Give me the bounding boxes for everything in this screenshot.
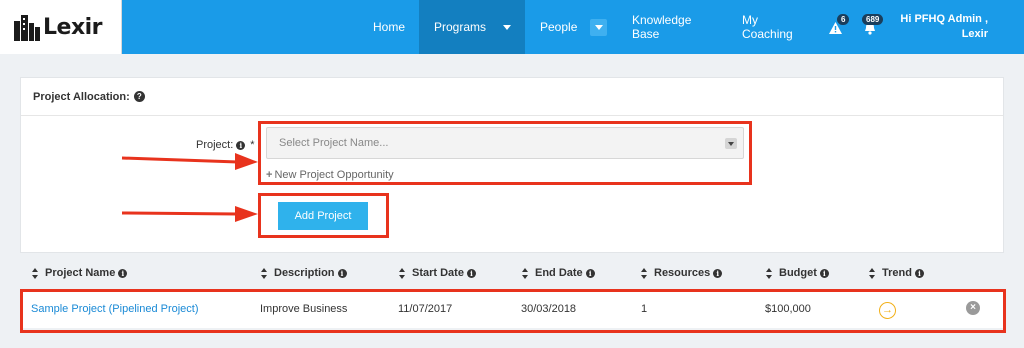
nav-people-label: People — [540, 20, 578, 34]
column-label: Start Date — [412, 267, 464, 279]
nav-programs[interactable]: Programs — [419, 0, 525, 54]
column-trend[interactable]: Trend i — [869, 267, 924, 279]
info-icon: i — [585, 268, 595, 278]
nav-people[interactable]: People — [540, 0, 610, 54]
logo-building-icon — [14, 15, 40, 41]
sort-icon[interactable] — [522, 267, 529, 279]
column-label: Description — [274, 267, 335, 279]
info-icon: i — [819, 268, 829, 278]
table-header: Project Name i Description i Start Date … — [20, 258, 1004, 288]
alerts-count-badge: 6 — [837, 14, 850, 25]
column-label: Trend — [882, 267, 912, 279]
logo[interactable]: Lexir — [0, 0, 122, 54]
annotation-highlight-select — [258, 121, 752, 185]
help-icon[interactable]: ? — [133, 91, 145, 102]
info-icon: i — [466, 268, 476, 278]
nav-home[interactable]: Home — [373, 0, 405, 54]
column-project-name[interactable]: Project Name i — [32, 267, 128, 279]
chevron-down-icon[interactable] — [590, 19, 607, 36]
info-icon: i — [914, 268, 924, 278]
sort-icon[interactable] — [641, 267, 648, 279]
sort-icon[interactable] — [766, 267, 773, 279]
panel-header: Project Allocation: ? — [21, 78, 1003, 116]
annotation-highlight-row — [20, 289, 1006, 333]
chevron-down-icon[interactable] — [498, 19, 515, 36]
column-end-date[interactable]: End Date i — [522, 267, 595, 279]
column-label: Budget — [779, 267, 817, 279]
column-resources[interactable]: Resources i — [641, 267, 723, 279]
column-budget[interactable]: Budget i — [766, 267, 829, 279]
panel-title: Project Allocation: — [33, 90, 130, 103]
sort-icon[interactable] — [32, 267, 39, 279]
user-greeting: Hi PFHQ Admin , — [900, 13, 988, 25]
user-menu[interactable]: Hi PFHQ Admin , Lexir — [900, 12, 988, 42]
annotation-highlight-button — [258, 193, 389, 238]
info-icon: i — [118, 268, 128, 278]
arrow-annotation-icon — [121, 206, 258, 222]
nav-programs-label: Programs — [434, 20, 487, 34]
sort-icon[interactable] — [261, 267, 268, 279]
user-org: Lexir — [961, 28, 988, 40]
top-navbar: Lexir Home Programs People Knowledge Bas… — [0, 0, 1024, 54]
column-label: End Date — [535, 267, 583, 279]
column-label: Resources — [654, 267, 711, 279]
nav-knowledge-base[interactable]: Knowledge Base — [632, 0, 691, 54]
info-icon: i — [713, 268, 723, 278]
column-label: Project Name — [45, 267, 116, 279]
sort-icon[interactable] — [399, 267, 406, 279]
nav-my-coaching[interactable]: My Coaching — [742, 0, 793, 54]
column-start-date[interactable]: Start Date i — [399, 267, 476, 279]
sort-icon[interactable] — [869, 267, 876, 279]
notifications-count-badge: 689 — [862, 14, 884, 25]
info-icon: i — [337, 268, 347, 278]
brand-name: Lexir — [43, 14, 103, 40]
column-description[interactable]: Description i — [261, 267, 347, 279]
arrow-annotation-icon — [121, 153, 258, 170]
